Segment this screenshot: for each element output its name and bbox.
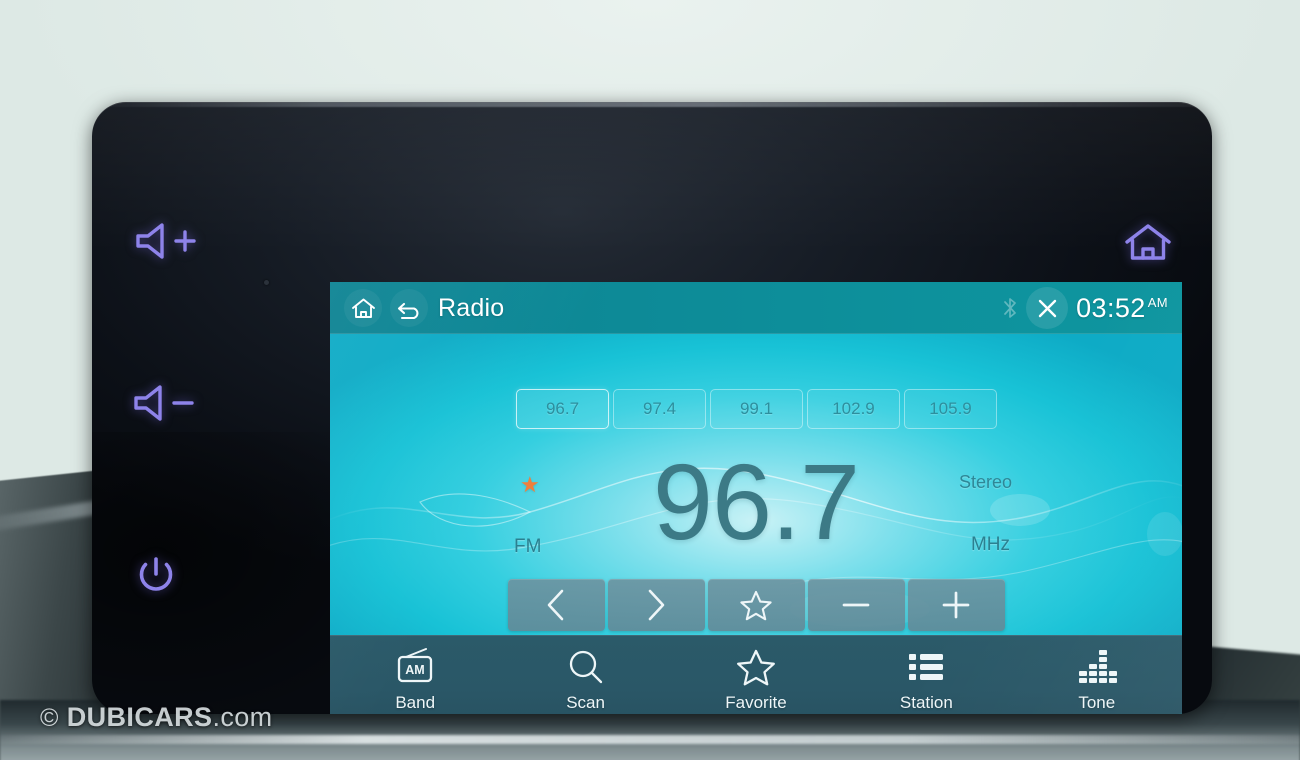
hw-volume-up-button[interactable] bbox=[132, 217, 204, 265]
preset-button[interactable]: 102.9 bbox=[807, 389, 900, 429]
photo-scene: Radio 03:52 AM 96.7 97.4 99.1 102.9 105.… bbox=[0, 0, 1300, 760]
speaker-minus-icon bbox=[134, 385, 194, 421]
frequency-unit-label: MHz bbox=[970, 534, 1010, 555]
bezel-top-edge bbox=[100, 102, 1204, 107]
speaker-plus-icon bbox=[136, 223, 196, 259]
previous-station-button[interactable] bbox=[507, 579, 605, 631]
tab-label: Scan bbox=[566, 693, 605, 712]
tab-band[interactable]: AM Band bbox=[348, 648, 483, 713]
header-back-button[interactable] bbox=[390, 289, 428, 327]
bezel-sheen bbox=[92, 102, 1212, 252]
app-header-bar: Radio 03:52 AM bbox=[330, 282, 1182, 334]
home-icon bbox=[1125, 224, 1171, 260]
plus-icon bbox=[942, 591, 970, 619]
watermark-brand: DUBICARS bbox=[66, 702, 213, 732]
preset-button[interactable]: 97.4 bbox=[613, 389, 706, 429]
search-icon bbox=[569, 650, 602, 684]
stereo-label: Stereo bbox=[958, 472, 1012, 492]
tab-label: Band bbox=[395, 693, 436, 712]
tab-tone[interactable]: Tone bbox=[1029, 648, 1164, 713]
chevron-left-icon bbox=[547, 589, 564, 621]
clock-time: 03:52 bbox=[1076, 292, 1146, 323]
app-title: Radio bbox=[438, 293, 505, 322]
bluetooth-icon bbox=[1004, 298, 1016, 318]
header-home-button[interactable] bbox=[344, 289, 382, 327]
hw-volume-down-button[interactable] bbox=[130, 380, 202, 426]
infotainment-screen[interactable]: Radio 03:52 AM 96.7 97.4 99.1 102.9 105.… bbox=[330, 282, 1182, 714]
tab-label: Station bbox=[899, 693, 953, 712]
equalizer-icon bbox=[1078, 650, 1117, 683]
car-head-unit: Radio 03:52 AM 96.7 97.4 99.1 102.9 105.… bbox=[92, 102, 1212, 714]
frequency-value: 96.7 bbox=[652, 441, 860, 562]
tab-label: Tone bbox=[1078, 693, 1116, 712]
preset-button[interactable]: 99.1 bbox=[710, 389, 803, 429]
clock: 03:52 AM bbox=[1076, 293, 1168, 324]
header-status-group: 03:52 AM bbox=[1002, 287, 1168, 329]
next-station-button[interactable] bbox=[607, 579, 705, 631]
bottom-tabbar: AM Band Scan Favorite Station Tone bbox=[330, 635, 1182, 714]
hw-power-button[interactable] bbox=[132, 552, 180, 600]
transport-controls bbox=[330, 579, 1182, 631]
close-x-icon bbox=[1038, 299, 1056, 317]
minus-icon bbox=[842, 603, 870, 607]
hw-home-button[interactable] bbox=[1122, 220, 1174, 266]
clock-ampm: AM bbox=[1147, 294, 1168, 310]
watermark-copyright: © bbox=[40, 704, 59, 732]
tab-label: Favorite bbox=[725, 693, 787, 712]
power-icon bbox=[139, 557, 173, 591]
bezel-sensor-dot bbox=[264, 280, 269, 285]
svg-text:AM: AM bbox=[405, 663, 424, 677]
tab-scan[interactable]: Scan bbox=[518, 648, 653, 713]
tab-favorite[interactable]: Favorite bbox=[688, 648, 823, 713]
add-favorite-button[interactable] bbox=[707, 579, 805, 631]
tune-up-button[interactable] bbox=[907, 579, 1005, 631]
star-outline-icon bbox=[737, 649, 775, 686]
tab-station[interactable]: Station bbox=[859, 648, 994, 713]
preset-station-bar[interactable]: 96.7 97.4 99.1 102.9 105.9 bbox=[516, 389, 997, 429]
watermark: © DUBICARS.com bbox=[40, 702, 273, 733]
dashboard-chrome-strip bbox=[0, 735, 1300, 744]
preset-button[interactable]: 105.9 bbox=[904, 389, 997, 429]
back-arrow-icon bbox=[397, 302, 418, 319]
frequency-display-group: ★ FM 96.7 Stereo MHz bbox=[330, 442, 1182, 562]
chevron-right-icon bbox=[648, 589, 665, 621]
am-radio-icon: AM bbox=[398, 648, 433, 683]
radio-main-panel: 96.7 97.4 99.1 102.9 105.9 ★ FM 96.7 Ste… bbox=[330, 334, 1182, 635]
close-button[interactable] bbox=[1026, 287, 1069, 329]
star-outline-icon bbox=[740, 590, 772, 620]
list-icon bbox=[909, 654, 944, 680]
tune-down-button[interactable] bbox=[807, 579, 905, 631]
watermark-domain: .com bbox=[212, 702, 273, 732]
preset-button[interactable]: 96.7 bbox=[516, 389, 609, 429]
home-icon bbox=[351, 298, 375, 318]
